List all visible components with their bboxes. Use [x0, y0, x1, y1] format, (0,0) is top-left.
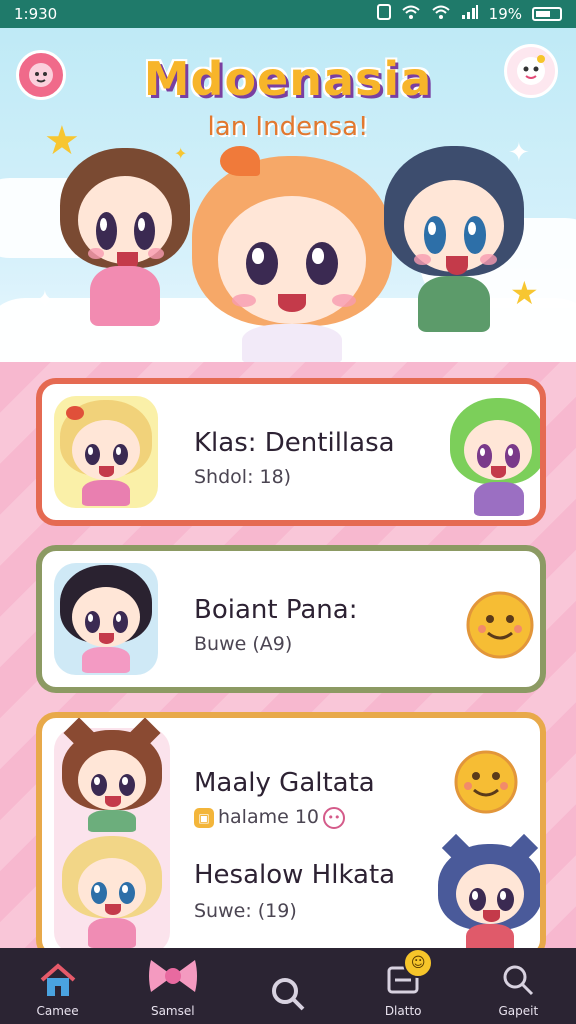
- card-subtitle-row: ▣ halame 10 ••: [194, 806, 346, 829]
- red-bow-icon: [66, 406, 84, 420]
- bow-icon: [145, 952, 201, 1000]
- card-subtitle: Shdol: 18): [194, 466, 292, 488]
- sparkle-icon: ✦: [34, 286, 56, 316]
- bottom-nav: Camee Samsel ☺ Dlatto Gapeit: [0, 948, 576, 1024]
- smiley-mascot-icon: [450, 746, 522, 822]
- avatar-blonde-character-2: [62, 836, 162, 948]
- smiley-mascot-icon: [462, 587, 538, 667]
- list-card-2[interactable]: Boiant Pana: Buwe (A9): [36, 545, 546, 693]
- calendar-icon: ▣: [194, 807, 214, 828]
- character-navy-hair: [384, 146, 524, 336]
- avatar-cat-ear-character: [62, 718, 162, 832]
- list-card-3[interactable]: Maaly Galtata ▣ halame 10 •• Hesalow Hlkat…: [36, 712, 546, 960]
- nav-label: Camee: [36, 1004, 79, 1018]
- search-icon: [498, 960, 538, 1000]
- card-title: Hesalow Hlkata: [194, 860, 396, 890]
- battery-percent: 19%: [488, 5, 522, 23]
- search-icon: [268, 974, 308, 1014]
- app-title: Mdoenasia: [143, 52, 433, 106]
- card-subtitle: halame 10: [218, 806, 320, 828]
- nav-item-search[interactable]: [240, 974, 336, 1018]
- hero-banner: Mdoenasia lan Indensa! ★ ★ ✦ ✦ ✦: [0, 28, 576, 362]
- status-bar: 1:930 19%: [0, 0, 576, 28]
- card-title: Maaly Galtata: [194, 768, 375, 798]
- nav-label: Samsel: [150, 1004, 195, 1018]
- nav-item-dlatto[interactable]: ☺ Dlatto: [355, 948, 451, 1018]
- app-subtitle: lan Indensa!: [207, 112, 369, 142]
- card-title: Klas: Dentillasa: [194, 428, 395, 458]
- wifi-icon: [401, 4, 421, 24]
- notification-badge: ☺: [403, 948, 434, 978]
- status-icons: 19%: [376, 4, 562, 24]
- battery-icon: [532, 7, 562, 21]
- face-icon: ••: [323, 806, 346, 829]
- character-blue-hair: [438, 833, 540, 954]
- card-subtitle: Buwe (A9): [194, 633, 293, 655]
- avatar-blonde-character: [60, 400, 152, 506]
- list-card-1[interactable]: Klas: Dentillasa Shdol: 18): [36, 378, 546, 526]
- nav-label: Gapeit: [498, 1004, 539, 1018]
- wifi-icon-2: [431, 4, 451, 24]
- home-icon: [38, 960, 78, 1000]
- avatar-black-hair-character: [60, 565, 152, 673]
- nav-label: Dlatto: [384, 1004, 422, 1018]
- sim-icon: [376, 4, 391, 24]
- nav-item-gapeit[interactable]: Gapeit: [470, 960, 566, 1018]
- status-time: 1:930: [14, 5, 58, 23]
- nav-item-home[interactable]: Camee: [10, 960, 106, 1018]
- card-title: Boiant Pana:: [194, 595, 358, 625]
- hair-bow-icon: [220, 146, 260, 176]
- character-green-hair: [450, 398, 540, 516]
- card-subtitle: Suwe: (19): [194, 900, 297, 922]
- character-brown-hair: [60, 148, 190, 338]
- signal-icon: [461, 4, 479, 24]
- character-orange-hair: [192, 146, 392, 362]
- nav-item-samsel[interactable]: Samsel: [125, 952, 221, 1018]
